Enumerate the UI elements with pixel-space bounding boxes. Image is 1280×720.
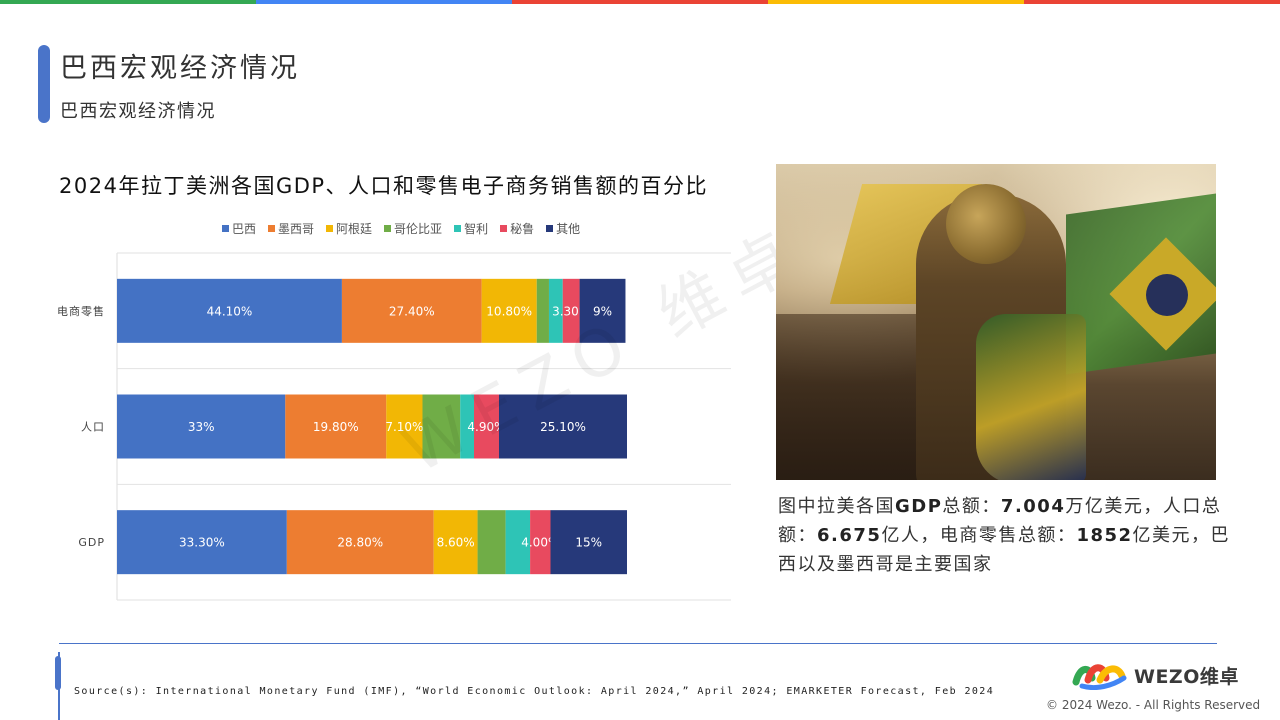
bar-data-label: 19.80% [313, 420, 359, 434]
bar-segment [536, 278, 549, 343]
bar-data-label: 33.30% [179, 536, 225, 550]
photo-person-head [946, 184, 1026, 264]
logo-text: WEZO维卓 [1134, 665, 1239, 688]
bar-segment [477, 510, 506, 575]
footer-divider [59, 643, 1217, 644]
caption-ecommerce-value: 1852 [1076, 525, 1133, 546]
bar-data-label: 44.10% [207, 304, 253, 318]
bar-data-label: 33% [188, 420, 215, 434]
bar-data-label: 15% [575, 536, 602, 550]
caption-gdp-label: GDP [895, 496, 943, 517]
caption-gdp-value: 7.004 [1000, 496, 1066, 517]
footer-accent-bar [55, 656, 61, 690]
source-note: Source(s): International Monetary Fund (… [74, 686, 995, 697]
bar-data-label: 7.10% [385, 420, 423, 434]
caption-text: 亿人，电商零售总额： [881, 525, 1077, 546]
bar-data-label: 27.40% [389, 304, 435, 318]
bar-data-label: 25.10% [540, 420, 586, 434]
bar-data-label: 28.80% [337, 536, 383, 550]
wezo-logo: WEZO维卓 [1072, 660, 1239, 690]
copyright-text: © 2024 Wezo. - All Rights Reserved [1046, 698, 1261, 712]
photo-wrapped-flag [976, 314, 1086, 480]
bar-data-label: 8.60% [437, 536, 475, 550]
category-label: GDP [78, 536, 105, 549]
brazil-flag-crowd-photo [776, 164, 1216, 480]
bar-data-label: 10.80% [486, 304, 532, 318]
stacked-bar-chart: 电商零售 44.10% 27.40% 10.80% 3.30% 9%人口 33% 19.80%… [57, 252, 731, 601]
photo-flag-globe [1146, 274, 1188, 316]
top-bar-segment [1024, 0, 1280, 4]
photo-crowd [776, 314, 926, 480]
category-label: 电商零售 [57, 304, 105, 318]
summary-caption: 图中拉美各国GDP总额：7.004万亿美元，人口总额：6.675亿人，电商零售总… [778, 492, 1248, 579]
caption-text: 图中拉美各国 [778, 496, 895, 517]
top-bar-segment [768, 0, 1024, 4]
bar-segment [422, 394, 461, 459]
caption-population-value: 6.675 [817, 525, 882, 546]
caption-text: 总额： [942, 496, 1001, 517]
category-label: 人口 [81, 421, 105, 434]
bar-data-label: 9% [593, 304, 612, 318]
wezo-logo-icon [1072, 664, 1127, 690]
